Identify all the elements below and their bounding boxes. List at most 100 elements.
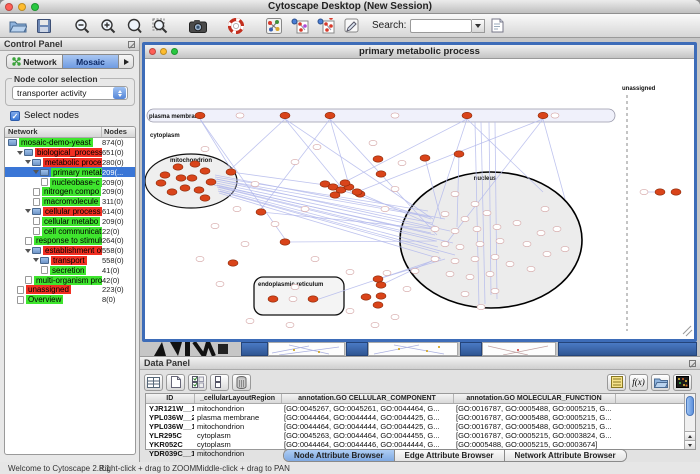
disclosure-triangle-icon[interactable] [17,151,23,155]
table-cell[interactable]: mitochondrion [194,422,281,431]
disclosure-triangle-icon[interactable] [25,160,31,164]
gene-node[interactable] [246,318,254,323]
float-panel-icon[interactable] [689,360,696,367]
selected-gene-node[interactable] [376,293,386,299]
tree-row-label[interactable]: establishment of lo [43,246,102,255]
tree-row-label[interactable]: secretion [50,266,86,275]
network-tree-row[interactable]: nucleobase-c209(0) [5,177,135,187]
gene-node[interactable] [441,211,449,216]
tab-node-attribute-browser[interactable]: Node Attribute Browser [284,450,395,461]
tree-row-label[interactable]: primary metabo [51,168,102,177]
layout-b-icon[interactable] [314,16,338,36]
gene-node[interactable] [476,241,484,246]
gene-node[interactable] [346,308,354,313]
table-column-header[interactable]: annotation.GO CELLULAR_COMPONENT [281,394,453,403]
gene-node[interactable] [391,314,399,319]
gene-node[interactable] [441,241,449,246]
scroll-down-icon[interactable] [685,440,695,449]
network-tree-row[interactable]: multi-organism pro42(0) [5,275,135,285]
delete-attribute-icon[interactable] [232,374,251,391]
disclosure-triangle-icon[interactable] [25,209,31,213]
gene-node[interactable] [477,304,485,309]
table-cell[interactable]: [GO:0005488, GO:0005215, GO:0003674] [453,440,615,449]
tree-row-label[interactable]: multi-organism pro [34,276,102,285]
scrollbar-thumb[interactable] [686,396,694,416]
selected-gene-node[interactable] [373,302,383,308]
selected-gene-node[interactable] [268,296,278,302]
gene-node[interactable] [311,256,319,261]
gene-node[interactable] [216,281,224,286]
snapshot-camera-icon[interactable] [186,16,210,36]
tree-column-nodes[interactable]: Nodes [102,127,135,137]
gene-node[interactable] [233,206,241,211]
background-window-thumbnail[interactable] [482,342,556,356]
cytopanel-network-icon[interactable] [262,16,286,36]
gene-node[interactable] [551,113,559,118]
network-tree-row[interactable]: nitrogen compo209(0) [5,187,135,197]
selected-gene-node[interactable] [280,239,290,245]
gene-node[interactable] [446,271,454,276]
region-endoplasmic-reticulum[interactable]: endoplasmic reticulum [254,277,344,315]
save-icon[interactable] [32,16,56,36]
gene-node[interactable] [391,186,399,191]
gene-node[interactable] [451,258,459,263]
tree-column-network[interactable]: Network [5,127,102,137]
table-cell[interactable]: plasma membrane [194,413,281,422]
network-tree-row[interactable]: cell communicat22(0) [5,226,135,236]
table-cell[interactable]: YKR052C [146,440,194,449]
background-window[interactable] [558,342,697,356]
gene-node[interactable] [211,223,219,228]
attribute-select-icon[interactable] [144,374,163,391]
gene-node[interactable] [527,266,535,271]
gene-node[interactable] [251,181,259,186]
network-tree-row[interactable]: mosaic-demo-yeast874(0) [5,138,135,148]
selected-gene-node[interactable] [173,164,183,170]
layout-a-icon[interactable] [288,16,312,36]
disclosure-triangle-icon[interactable] [33,258,39,262]
gene-node[interactable] [431,226,439,231]
selected-gene-node[interactable] [462,112,472,118]
table-cell[interactable]: YLR295C [146,431,194,440]
table-cell[interactable]: YJR121W__1 [146,403,194,413]
selected-gene-node[interactable] [190,161,200,167]
gene-node[interactable] [523,241,531,246]
table-row[interactable]: YPL036W__1mitochondrion[GO:0044464, GO:0… [146,422,685,431]
gene-node[interactable] [381,206,389,211]
table-cell[interactable] [615,440,685,449]
gene-node[interactable] [241,241,249,246]
background-window-thumbnail[interactable] [368,342,458,356]
search-input[interactable] [410,19,472,33]
tab-network-attribute-browser[interactable]: Network Attribute Browser [505,450,626,461]
selected-gene-node[interactable] [671,189,681,195]
selected-gene-node[interactable] [206,179,216,185]
gene-node[interactable] [506,261,514,266]
network-tree-row[interactable]: establishment of lo558(0) [5,246,135,256]
gene-node[interactable] [491,254,499,259]
tree-row-label[interactable]: cell communicat [42,227,102,236]
gene-node[interactable] [493,224,501,229]
network-tree-row[interactable]: cellular metabo209(0) [5,216,135,226]
selected-gene-node[interactable] [180,185,190,191]
background-window-thumbnail[interactable] [268,342,345,356]
gene-node[interactable] [411,268,419,273]
background-window[interactable] [346,342,368,356]
gene-node[interactable] [301,206,309,211]
network-tree-row[interactable]: primary metabo209(... [5,167,135,177]
gene-node[interactable] [553,226,561,231]
selected-gene-node[interactable] [420,155,430,161]
gene-node[interactable] [466,274,474,279]
tree-row-label[interactable]: nucleobase-c [50,178,102,187]
gene-node[interactable] [543,251,551,256]
tree-row-label[interactable]: cellular metabo [42,217,100,226]
attribute-list-icon[interactable] [607,374,626,391]
gene-node[interactable] [398,160,406,165]
gene-node[interactable] [201,146,209,151]
network-tree-row[interactable]: cellular process614(0) [5,207,135,217]
region-unassigned[interactable]: unassigned [622,86,656,331]
network-tree-row[interactable]: unassigned223(0) [5,285,135,295]
table-cell[interactable]: YPL036W__1 [146,422,194,431]
gene-node[interactable] [483,210,491,215]
selected-gene-node[interactable] [195,112,205,118]
gene-node[interactable] [561,246,569,251]
import-attributes-icon[interactable] [651,374,670,391]
